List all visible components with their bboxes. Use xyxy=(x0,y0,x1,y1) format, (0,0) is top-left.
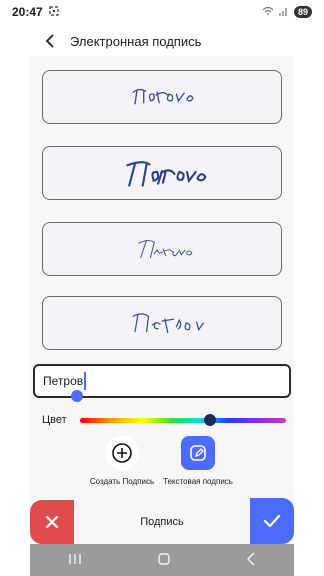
signal-icon xyxy=(278,5,289,19)
confirm-button[interactable] xyxy=(250,498,294,544)
signature-preview xyxy=(126,161,207,187)
signature-editor: Петров Цвет Создать Подпись Текстовая по… xyxy=(30,56,294,546)
edit-signature-icon xyxy=(190,445,206,461)
caret-handle[interactable] xyxy=(71,390,83,402)
home-icon[interactable] xyxy=(157,552,171,569)
signature-preview xyxy=(138,239,193,259)
app-bar: Электронная подпись xyxy=(0,26,324,56)
close-icon xyxy=(45,515,59,529)
signature-preview xyxy=(132,88,194,105)
color-picker-row: Цвет xyxy=(42,412,286,428)
back-button[interactable] xyxy=(30,26,70,56)
chevron-left-icon xyxy=(45,34,54,48)
create-signature-button[interactable] xyxy=(105,436,139,470)
text-signature-label: Текстовая подпись xyxy=(163,477,233,486)
status-time: 20:47 xyxy=(12,5,43,19)
battery-indicator: 89 xyxy=(293,6,312,18)
text-signature-button[interactable] xyxy=(181,436,215,470)
bottom-action-bar: Подпись xyxy=(0,498,324,544)
right-margin xyxy=(294,56,324,546)
signature-preview xyxy=(132,313,205,334)
signature-option-4[interactable] xyxy=(42,296,282,350)
add-circle-icon xyxy=(112,443,132,463)
check-icon xyxy=(263,514,281,528)
bottom-title: Подпись xyxy=(140,516,184,528)
system-nav-bar xyxy=(30,544,294,576)
text-caret xyxy=(84,372,87,390)
wifi-icon xyxy=(262,5,274,19)
color-slider[interactable] xyxy=(80,414,286,426)
create-signature-label: Создать Подпись xyxy=(89,477,155,486)
back-icon[interactable] xyxy=(246,552,256,569)
status-bar: 20:47 89 xyxy=(0,0,324,24)
signature-name-value: Петров xyxy=(43,374,84,388)
page-title: Электронная подпись xyxy=(70,33,202,49)
color-label: Цвет xyxy=(42,414,67,426)
text-signature-tool[interactable]: Текстовая подпись xyxy=(148,436,248,486)
signature-option-1[interactable] xyxy=(42,70,282,124)
cancel-button[interactable] xyxy=(30,500,74,544)
signature-option-3[interactable] xyxy=(42,222,282,276)
left-margin xyxy=(0,56,30,546)
recent-apps-icon[interactable] xyxy=(68,553,82,568)
color-slider-thumb[interactable] xyxy=(203,414,216,426)
screenshot-icon xyxy=(49,5,59,19)
signature-option-2[interactable] xyxy=(42,146,282,200)
